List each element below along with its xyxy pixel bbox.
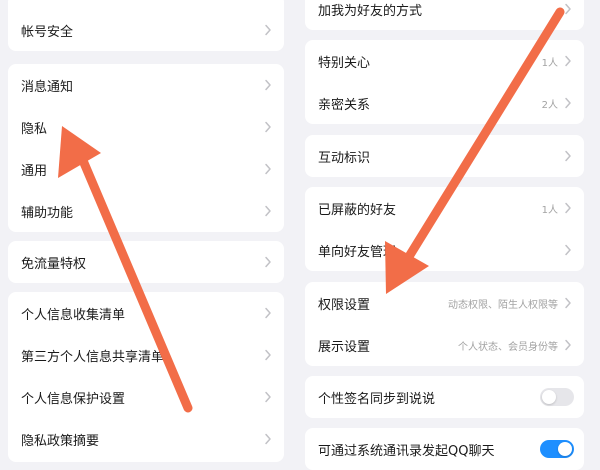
special-care-count: 1人 [541, 57, 558, 69]
chevron-right-icon [564, 150, 572, 162]
chevron-right-icon [564, 202, 572, 214]
interaction-marks-label: 互动标识 [318, 150, 371, 166]
row-contacts-chat: 可通过系统通讯录发起QQ聊天 [305, 428, 584, 470]
chevron-right-icon [264, 391, 272, 403]
row-display-settings[interactable]: 展示设置 个人状态、会员身份等 [305, 324, 584, 366]
friends-management-card: 已屏蔽的好友 1人 单向好友管理 [305, 187, 584, 271]
row-privacy-summary[interactable]: 隐私政策摘要 [8, 418, 284, 460]
third-party-list-label: 第三方个人信息共享清单 [21, 349, 165, 365]
privacy-settings-right-pane: 加我为好友的方式 特别关心 1人 亲密关系 2人 互动标识 已屏蔽的好友 1人 … [305, 0, 584, 470]
signature-sync-toggle[interactable] [540, 388, 574, 406]
contacts-chat-toggle[interactable] [540, 440, 574, 458]
row-signature-sync: 个性签名同步到说说 [305, 376, 584, 418]
personal-info-list-label: 个人信息收集清单 [21, 307, 126, 323]
blocked-count: 1人 [541, 204, 558, 216]
display-settings-label: 展示设置 [318, 339, 371, 355]
free-data-label: 免流量特权 [21, 256, 87, 272]
free-data-card: 免流量特权 [8, 241, 284, 283]
chevron-right-icon [564, 97, 572, 109]
row-general[interactable]: 通用 [8, 148, 284, 190]
privacy-label: 隐私 [21, 121, 48, 137]
add-friend-method-label: 加我为好友的方式 [318, 3, 423, 19]
special-care-label: 特别关心 [318, 55, 371, 71]
chevron-right-icon [264, 349, 272, 361]
row-add-friend-method[interactable]: 加我为好友的方式 [305, 0, 584, 30]
permission-desc: 动态权限、陌生人权限等 [448, 299, 558, 311]
chevron-right-icon [264, 121, 272, 133]
chevron-right-icon [264, 79, 272, 91]
chevron-right-icon [564, 3, 572, 15]
personal-info-card: 个人信息收集清单 第三方个人信息共享清单 个人信息保护设置 隐私政策摘要 [8, 292, 284, 462]
row-notifications[interactable]: 消息通知 [8, 64, 284, 106]
accessibility-label: 辅助功能 [21, 205, 74, 221]
toggle-knob [558, 442, 572, 456]
row-personal-info-list[interactable]: 个人信息收集清单 [8, 292, 284, 334]
settings-left-pane: 帐号安全 消息通知 隐私 通用 辅助功能 免流量特权 个人信息收集清单 第三方个… [8, 0, 284, 462]
row-third-party-list[interactable]: 第三方个人信息共享清单 [8, 334, 284, 376]
row-special-care[interactable]: 特别关心 1人 [305, 40, 584, 82]
blocked-friends-label: 已屏蔽的好友 [318, 202, 397, 218]
row-free-data[interactable]: 免流量特权 [8, 241, 284, 283]
contacts-chat-card: 可通过系统通讯录发起QQ聊天 [305, 428, 584, 470]
permission-card: 权限设置 动态权限、陌生人权限等 展示设置 个人状态、会员身份等 [305, 282, 584, 366]
toggle-knob [542, 390, 556, 404]
chevron-right-icon [564, 339, 572, 351]
display-desc: 个人状态、会员身份等 [458, 341, 558, 353]
signature-sync-card: 个性签名同步到说说 [305, 376, 584, 418]
chevron-right-icon [264, 433, 272, 445]
row-privacy[interactable]: 隐私 [8, 106, 284, 148]
chevron-right-icon [564, 244, 572, 256]
row-blocked-friends[interactable]: 已屏蔽的好友 1人 [305, 187, 584, 229]
chevron-right-icon [264, 307, 272, 319]
intimate-label: 亲密关系 [318, 97, 371, 113]
chevron-right-icon [264, 24, 272, 36]
row-accessibility[interactable]: 辅助功能 [8, 190, 284, 232]
notifications-label: 消息通知 [21, 79, 74, 95]
one-way-friends-label: 单向好友管理 [318, 244, 397, 260]
account-card: 帐号安全 [8, 0, 284, 51]
row-interaction-marks[interactable]: 互动标识 [305, 135, 584, 177]
row-one-way-friends[interactable]: 单向好友管理 [305, 229, 584, 271]
row-permission-settings[interactable]: 权限设置 动态权限、陌生人权限等 [305, 282, 584, 324]
row-intimate[interactable]: 亲密关系 2人 [305, 82, 584, 124]
relationship-card: 特别关心 1人 亲密关系 2人 [305, 40, 584, 124]
contacts-chat-label: 可通过系统通讯录发起QQ聊天 [318, 443, 495, 459]
row-info-protection[interactable]: 个人信息保护设置 [8, 376, 284, 418]
interaction-card: 互动标识 [305, 135, 584, 177]
row-account-security[interactable]: 帐号安全 [8, 9, 284, 51]
info-protection-label: 个人信息保护设置 [21, 391, 126, 407]
add-friend-card: 加我为好友的方式 [305, 0, 584, 30]
intimate-count: 2人 [541, 99, 558, 111]
privacy-summary-label: 隐私政策摘要 [21, 433, 100, 449]
chevron-right-icon [564, 55, 572, 67]
general-label: 通用 [21, 163, 48, 179]
chevron-right-icon [264, 205, 272, 217]
signature-sync-label: 个性签名同步到说说 [318, 391, 436, 407]
chevron-right-icon [264, 256, 272, 268]
account-security-label: 帐号安全 [21, 24, 74, 40]
chevron-right-icon [264, 163, 272, 175]
permission-settings-label: 权限设置 [318, 297, 371, 313]
general-settings-card: 消息通知 隐私 通用 辅助功能 [8, 64, 284, 232]
chevron-right-icon [564, 297, 572, 309]
